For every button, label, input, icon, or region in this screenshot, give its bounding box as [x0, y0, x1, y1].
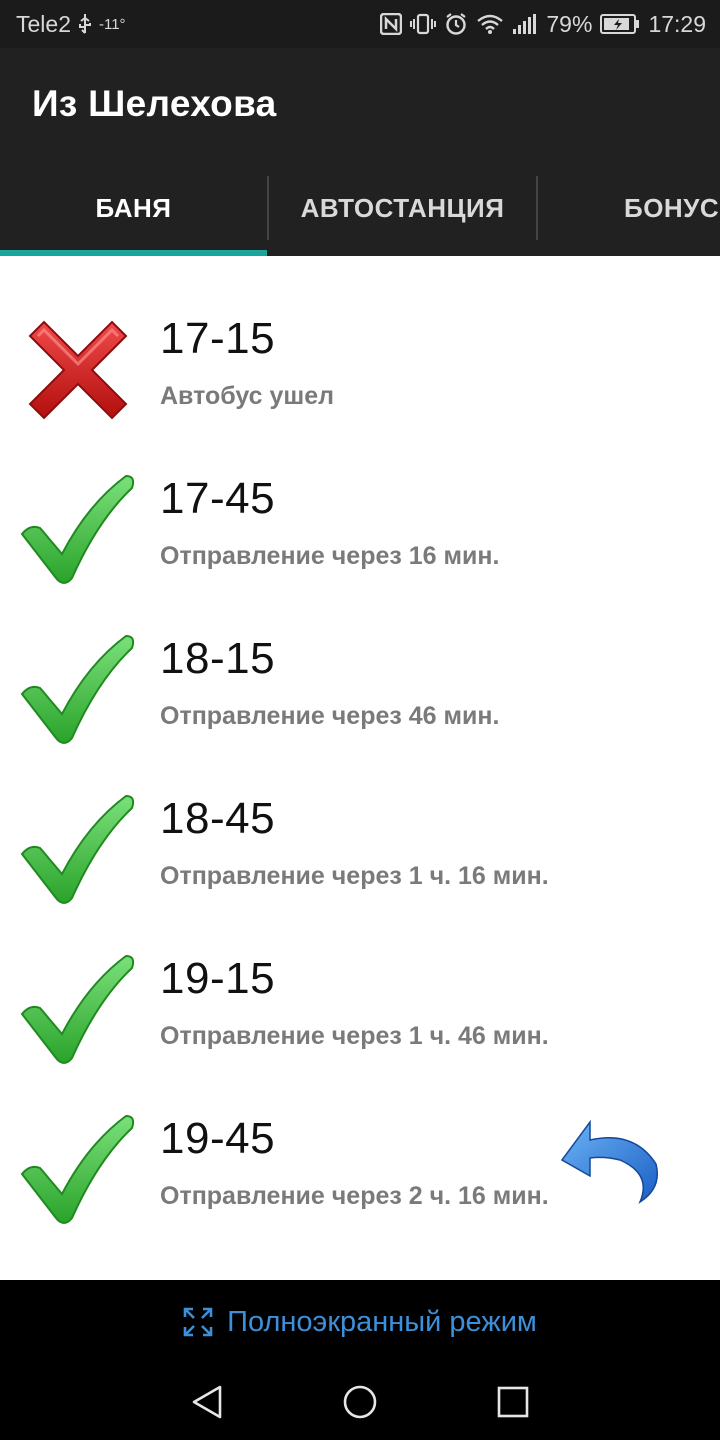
green-check-icon [20, 474, 135, 584]
usb-icon [77, 13, 93, 35]
home-button[interactable] [330, 1372, 390, 1432]
fullscreen-label: Полноэкранный режим [227, 1305, 537, 1338]
tab-banya[interactable]: БАНЯ [0, 160, 267, 256]
clock: 17:29 [648, 10, 706, 37]
temperature-label: -11° [98, 15, 126, 33]
departure-status: Отправление через 46 мин. [160, 702, 500, 730]
departure-time: 17-45 [160, 474, 276, 523]
signal-icon [512, 13, 538, 35]
status-bar: Tele2 -11° 79% 17:29 [0, 0, 720, 48]
app-toolbar: Из Шелехова [0, 48, 720, 160]
vibrate-icon [410, 13, 437, 35]
departure-time: 17-15 [160, 314, 276, 363]
green-check-icon [20, 794, 135, 904]
departure-time: 19-15 [160, 954, 276, 1003]
recents-button[interactable] [483, 1372, 543, 1432]
recents-square-icon [498, 1386, 529, 1418]
departure-time: 18-15 [160, 634, 276, 683]
battery-charging-icon [600, 13, 640, 35]
tab-bar: БАНЯ АВТОСТАНЦИЯ БОНУС [0, 160, 720, 256]
home-circle-icon [343, 1385, 377, 1419]
red-cross-icon [28, 320, 128, 420]
list-item[interactable]: 17-45 Отправление через 16 мин. [0, 460, 720, 620]
list-item[interactable]: 19-15 Отправление через 1 ч. 46 мин. [0, 940, 720, 1100]
departure-status: Отправление через 1 ч. 46 мин. [160, 1022, 549, 1050]
back-button[interactable] [177, 1372, 237, 1432]
fullscreen-toggle[interactable]: Полноэкранный режим [0, 1280, 720, 1364]
system-nav-bar [0, 1364, 720, 1440]
departure-time: 19-45 [160, 1114, 276, 1163]
departure-status: Автобус ушел [160, 382, 335, 410]
list-item[interactable]: 18-15 Отправление через 46 мин. [0, 620, 720, 780]
expand-icon [183, 1307, 213, 1337]
page-title: Из Шелехова [32, 83, 277, 124]
departure-status: Отправление через 2 ч. 16 мин. [160, 1182, 549, 1210]
alarm-icon [444, 12, 468, 36]
green-check-icon [20, 1114, 135, 1224]
wifi-icon [476, 13, 504, 35]
list-item[interactable]: 17-15 Автобус ушел [0, 300, 720, 460]
back-triangle-icon [192, 1385, 221, 1419]
list-item-partial [0, 256, 720, 286]
list-item[interactable]: 18-45 Отправление через 1 ч. 16 мин. [0, 780, 720, 940]
tab-avtostanciya[interactable]: АВТОСТАНЦИЯ [269, 160, 536, 256]
green-check-icon [20, 954, 135, 1064]
tab-bonus[interactable]: БОНУС [538, 160, 720, 256]
departure-status: Отправление через 16 мин. [160, 542, 500, 570]
undo-arrow-icon[interactable] [556, 1108, 662, 1208]
green-check-icon [20, 634, 135, 744]
nfc-icon [380, 13, 403, 35]
carrier-name: Tele2 [16, 10, 71, 37]
departure-time: 18-45 [160, 794, 276, 843]
battery-percent: 79% [546, 10, 593, 37]
departure-status: Отправление через 1 ч. 16 мин. [160, 862, 549, 890]
